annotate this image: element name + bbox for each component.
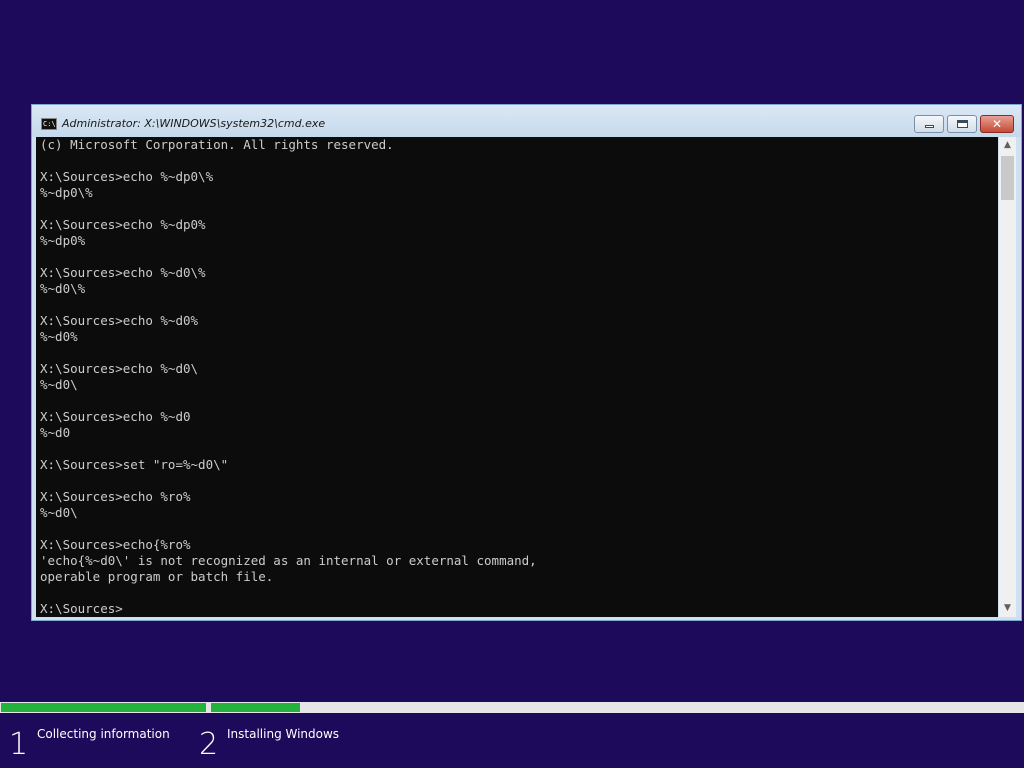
console-line: X:\Sources>echo %~d0\ bbox=[40, 361, 199, 376]
progress-fill-installing bbox=[211, 703, 300, 712]
progress-fill-collecting bbox=[1, 703, 206, 712]
title-bar[interactable]: C:\ Administrator: X:\WINDOWS\system32\c… bbox=[32, 105, 1021, 137]
console-line: X:\Sources>echo %~d0\% bbox=[40, 265, 206, 280]
console-line: X:\Sources>set "ro=%~d0\" bbox=[40, 457, 229, 472]
minimize-button[interactable] bbox=[914, 115, 944, 133]
step-label: Collecting information bbox=[37, 727, 170, 741]
minimize-icon bbox=[925, 125, 934, 128]
console-line: X:\Sources>echo %~d0 bbox=[40, 409, 191, 424]
cmd-console-icon: C:\ bbox=[41, 118, 57, 130]
console-line: X:\Sources>echo %~d0% bbox=[40, 313, 199, 328]
console-line: %~d0\ bbox=[40, 377, 78, 392]
console-line: X:\Sources>echo %~dp0% bbox=[40, 217, 206, 232]
progress-segment-installing bbox=[210, 702, 1024, 713]
console-line: %~dp0\% bbox=[40, 185, 93, 200]
console-line: X:\Sources> bbox=[40, 601, 123, 616]
close-button[interactable]: ✕ bbox=[980, 115, 1014, 133]
console-line: X:\Sources>echo %~dp0\% bbox=[40, 169, 214, 184]
scroll-thumb[interactable] bbox=[1001, 156, 1014, 200]
step-number: 2 bbox=[199, 727, 219, 762]
console-line: (c) Microsoft Corporation. All rights re… bbox=[40, 137, 394, 152]
scroll-up-arrow-icon[interactable]: ▲ bbox=[999, 137, 1016, 154]
console-line: %~d0\% bbox=[40, 281, 86, 296]
maximize-button[interactable] bbox=[947, 115, 977, 133]
console-line: 'echo{%~d0\' is not recognized as an int… bbox=[40, 553, 537, 568]
console-line: %~d0 bbox=[40, 425, 71, 440]
console-line: operable program or batch file. bbox=[40, 569, 274, 584]
step-label: Installing Windows bbox=[227, 727, 340, 741]
cmd-window[interactable]: C:\ Administrator: X:\WINDOWS\system32\c… bbox=[31, 104, 1022, 621]
console-line: X:\Sources>echo{%ro% bbox=[40, 537, 191, 552]
progress-segment-collecting bbox=[0, 702, 207, 713]
setup-progress-bar bbox=[0, 702, 1024, 713]
console-line: %~d0\ bbox=[40, 505, 78, 520]
console-line: %~d0% bbox=[40, 329, 78, 344]
window-title: Administrator: X:\WINDOWS\system32\cmd.e… bbox=[62, 117, 326, 130]
maximize-icon bbox=[957, 120, 968, 128]
vertical-scrollbar[interactable]: ▲ ▼ bbox=[999, 137, 1016, 617]
console-output[interactable]: (c) Microsoft Corporation. All rights re… bbox=[36, 137, 998, 617]
console-line: %~dp0% bbox=[40, 233, 86, 248]
console-line: X:\Sources>echo %ro% bbox=[40, 489, 191, 504]
step-number: 1 bbox=[9, 727, 29, 762]
scroll-down-arrow-icon[interactable]: ▼ bbox=[999, 600, 1016, 617]
close-icon: ✕ bbox=[991, 117, 1003, 131]
setup-desktop: C:\ Administrator: X:\WINDOWS\system32\c… bbox=[0, 0, 1024, 768]
